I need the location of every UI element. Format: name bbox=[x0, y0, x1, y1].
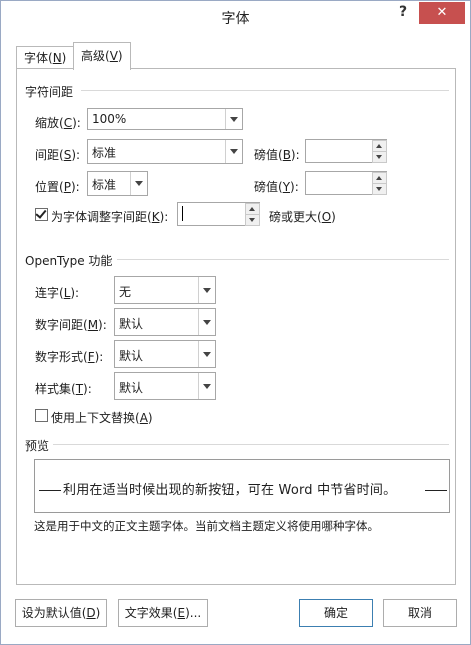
kerning-spinner[interactable] bbox=[177, 202, 260, 226]
ligatures-combo[interactable]: 无 bbox=[114, 276, 216, 304]
advanced-panel: 字符间距 缩放(C): 100% 间距(S): 标准 磅值(B): 位置(P):… bbox=[16, 68, 456, 585]
font-dialog: 字体 ? ✕ 字体(N) 高级(V) 字符间距 缩放(C): 100% 间距(S… bbox=[0, 0, 471, 645]
scale-value: 100% bbox=[92, 112, 127, 126]
chevron-down-icon[interactable] bbox=[130, 172, 147, 195]
stylistic-sets-combo[interactable]: 默认 bbox=[114, 372, 216, 400]
set-default-button[interactable]: 设为默认值(D) bbox=[15, 599, 107, 627]
stylistic-sets-value: 默认 bbox=[119, 381, 144, 395]
text-caret bbox=[182, 206, 183, 221]
section-preview: 预览 bbox=[25, 439, 50, 453]
tab-advanced[interactable]: 高级(V) bbox=[73, 42, 131, 70]
position-label: 位置(P): bbox=[35, 180, 80, 194]
stylistic-sets-label: 样式集(T): bbox=[35, 382, 92, 396]
contextual-alternates-checkbox[interactable] bbox=[35, 409, 48, 422]
chevron-down-icon[interactable] bbox=[198, 309, 215, 335]
spacing-by-label: 磅值(B): bbox=[254, 148, 300, 162]
scale-combo[interactable]: 100% bbox=[87, 108, 243, 130]
scale-label: 缩放(C): bbox=[35, 116, 81, 130]
spin-down-icon[interactable] bbox=[245, 214, 260, 226]
contextual-alternates-label: 使用上下文替换(A) bbox=[51, 411, 153, 425]
spacing-value: 标准 bbox=[92, 146, 117, 160]
spacing-by-spinner[interactable] bbox=[305, 139, 387, 163]
number-forms-label: 数字形式(F): bbox=[35, 350, 104, 364]
checkmark-icon bbox=[35, 207, 47, 219]
preview-note: 这是用于中文的正文主题字体。当前文档主题定义将使用哪种字体。 bbox=[34, 519, 379, 533]
section-character-spacing: 字符间距 bbox=[25, 85, 74, 99]
preview-line-right bbox=[425, 490, 447, 491]
ligatures-value: 无 bbox=[119, 285, 132, 299]
cancel-button[interactable]: 取消 bbox=[383, 599, 457, 627]
preview-sample-text: 利用在适当时候出现的新按钮，可在 Word 中节省时间。 bbox=[63, 483, 397, 498]
ligatures-label: 连字(L): bbox=[35, 286, 80, 300]
ok-button[interactable]: 确定 bbox=[299, 599, 373, 627]
kerning-label: 为字体调整字间距(K): bbox=[51, 210, 169, 224]
chevron-down-icon[interactable] bbox=[198, 277, 215, 303]
close-icon: ✕ bbox=[436, 5, 448, 20]
chevron-down-icon[interactable] bbox=[198, 341, 215, 367]
section-divider bbox=[53, 444, 449, 445]
number-spacing-combo[interactable]: 默认 bbox=[114, 308, 216, 336]
tab-font[interactable]: 字体(N) bbox=[16, 46, 75, 70]
chevron-down-icon[interactable] bbox=[225, 109, 242, 129]
section-divider bbox=[117, 259, 449, 260]
kerning-checkbox[interactable] bbox=[35, 207, 48, 221]
number-forms-combo[interactable]: 默认 bbox=[114, 340, 216, 368]
help-icon[interactable]: ? bbox=[399, 4, 407, 20]
spin-down-icon[interactable] bbox=[372, 183, 387, 195]
spin-down-icon[interactable] bbox=[372, 151, 387, 163]
position-combo[interactable]: 标准 bbox=[87, 171, 148, 196]
position-value: 标准 bbox=[92, 178, 117, 192]
preview-line-left bbox=[39, 490, 61, 491]
chevron-down-icon[interactable] bbox=[198, 373, 215, 399]
position-by-label: 磅值(Y): bbox=[254, 180, 299, 194]
spacing-combo[interactable]: 标准 bbox=[87, 139, 243, 164]
number-forms-value: 默认 bbox=[119, 349, 144, 363]
section-divider bbox=[81, 90, 449, 91]
number-spacing-value: 默认 bbox=[119, 317, 144, 331]
kerning-suffix: 磅或更大(O) bbox=[269, 210, 336, 224]
preview-box: 利用在适当时候出现的新按钮，可在 Word 中节省时间。 bbox=[34, 459, 450, 513]
title-bar: 字体 ? ✕ bbox=[1, 1, 470, 33]
spacing-label: 间距(S): bbox=[35, 148, 81, 162]
text-effects-button[interactable]: 文字效果(E)... bbox=[118, 599, 208, 627]
chevron-down-icon[interactable] bbox=[225, 140, 242, 163]
position-by-spinner[interactable] bbox=[305, 171, 387, 195]
number-spacing-label: 数字间距(M): bbox=[35, 318, 107, 332]
close-button[interactable]: ✕ bbox=[419, 2, 465, 24]
section-opentype: OpenType 功能 bbox=[25, 254, 113, 268]
